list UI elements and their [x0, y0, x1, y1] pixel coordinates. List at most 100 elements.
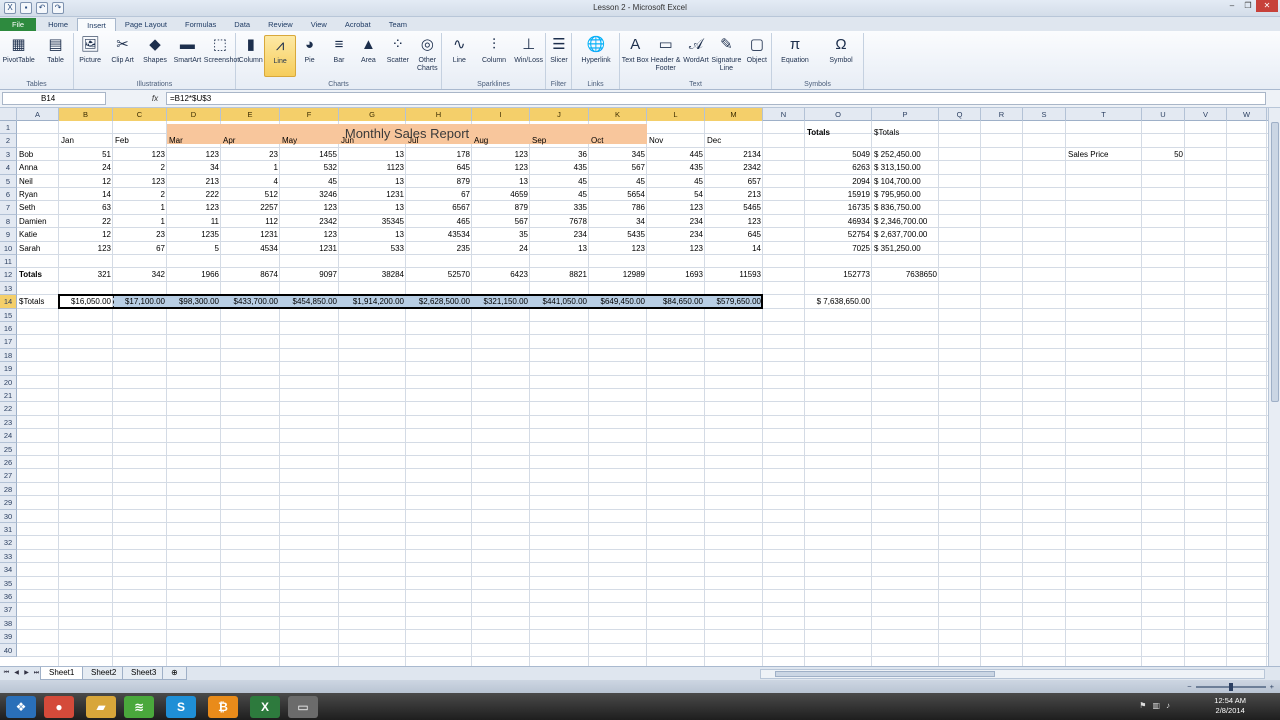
sales-value[interactable]: 234: [530, 228, 589, 241]
sales-value[interactable]: 123: [113, 175, 167, 188]
row-header-30[interactable]: 30: [0, 509, 17, 523]
restore-button[interactable]: ❐: [1240, 0, 1256, 12]
salesperson-name[interactable]: Anna: [17, 161, 59, 174]
row-header-39[interactable]: 39: [0, 630, 17, 644]
sales-value[interactable]: 435: [647, 161, 705, 174]
sales-value[interactable]: 67: [406, 188, 472, 201]
sales-value[interactable]: 533: [339, 242, 406, 255]
sales-value[interactable]: 45: [530, 188, 589, 201]
sales-value[interactable]: 234: [647, 215, 705, 228]
function-icon[interactable]: fx: [148, 92, 162, 105]
row-total[interactable]: 15919: [805, 188, 872, 201]
sales-value[interactable]: 35345: [339, 215, 406, 228]
sales-value[interactable]: 45: [589, 175, 647, 188]
dollar-totals-header[interactable]: $Totals: [872, 126, 939, 139]
sales-value[interactable]: 2: [113, 188, 167, 201]
sheet-tab-sheet3[interactable]: Sheet3: [122, 667, 166, 680]
sales-value[interactable]: 123: [647, 201, 705, 214]
symbol-button[interactable]: Ω Symbol: [825, 35, 857, 65]
row-header-18[interactable]: 18: [0, 348, 17, 363]
tray-volume-icon[interactable]: ♪: [1166, 701, 1170, 710]
month-total[interactable]: 38284: [339, 268, 406, 281]
column-header-r[interactable]: R: [981, 108, 1023, 121]
salesperson-name[interactable]: Neil: [17, 175, 59, 188]
sales-value[interactable]: 213: [167, 175, 221, 188]
vertical-scroll-thumb[interactable]: [1271, 122, 1279, 402]
tab-team[interactable]: Team: [380, 18, 416, 31]
tab-insert[interactable]: Insert: [77, 18, 116, 31]
sales-price-label[interactable]: Sales Price: [1066, 148, 1142, 161]
tray-flag-icon[interactable]: ⚑: [1139, 701, 1146, 710]
row-header-20[interactable]: 20: [0, 375, 17, 389]
select-all-corner[interactable]: [0, 108, 17, 121]
sales-value[interactable]: 123: [59, 242, 113, 255]
column-header-d[interactable]: D: [167, 108, 221, 121]
month-header[interactable]: Nov: [647, 134, 705, 147]
clip-art-button[interactable]: ✂ Clip Art: [107, 35, 139, 65]
sales-value[interactable]: 13: [339, 201, 406, 214]
next-sheet-icon[interactable]: ▶: [22, 668, 31, 679]
sales-value[interactable]: 5435: [589, 228, 647, 241]
sales-value[interactable]: 14: [59, 188, 113, 201]
sales-value[interactable]: 11: [167, 215, 221, 228]
column-header-e[interactable]: E: [221, 108, 280, 121]
excel-icon[interactable]: X: [250, 696, 280, 718]
month-header[interactable]: Jun: [339, 134, 406, 147]
month-header[interactable]: Sep: [530, 134, 589, 147]
tab-file[interactable]: File: [0, 18, 37, 31]
row-header-2[interactable]: 2: [0, 134, 17, 148]
sales-value[interactable]: 2257: [221, 201, 280, 214]
spark-column-button[interactable]: ⫶ Column: [478, 35, 510, 65]
sales-value[interactable]: 22: [59, 215, 113, 228]
month-total[interactable]: 6423: [472, 268, 530, 281]
sales-value[interactable]: 54: [647, 188, 705, 201]
sales-value[interactable]: 123: [472, 161, 530, 174]
row-header-8[interactable]: 8: [0, 214, 17, 229]
month-header[interactable]: Oct: [589, 134, 647, 147]
sales-value[interactable]: 43534: [406, 228, 472, 241]
row-dollar-total[interactable]: $ 351,250.00: [872, 242, 939, 255]
row-header-9[interactable]: 9: [0, 228, 17, 242]
prev-sheet-icon[interactable]: ◀: [12, 668, 21, 679]
sales-value[interactable]: 24: [472, 242, 530, 255]
start-icon[interactable]: ❖: [6, 696, 36, 718]
row-dollar-total[interactable]: $ 252,450.00: [872, 148, 939, 161]
sales-value[interactable]: 879: [472, 201, 530, 214]
sales-value[interactable]: 35: [472, 228, 530, 241]
sales-value[interactable]: 13: [339, 228, 406, 241]
sales-value[interactable]: 645: [406, 161, 472, 174]
line-button[interactable]: ⩘ Line: [264, 35, 297, 77]
month-total[interactable]: 342: [113, 268, 167, 281]
signature-line-button[interactable]: ✎ Signature Line: [710, 35, 742, 73]
row-dollar-total[interactable]: $ 836,750.00: [872, 201, 939, 214]
row-header-29[interactable]: 29: [0, 496, 17, 510]
sales-value[interactable]: 657: [705, 175, 763, 188]
month-header[interactable]: Jul: [406, 134, 472, 147]
sales-value[interactable]: 123: [167, 201, 221, 214]
row-header-37[interactable]: 37: [0, 603, 17, 617]
salesperson-name[interactable]: Sarah: [17, 242, 59, 255]
row-header-4[interactable]: 4: [0, 161, 17, 175]
sales-value[interactable]: 435: [530, 161, 589, 174]
shapes-button[interactable]: ◆ Shapes: [139, 35, 171, 65]
column-header-t[interactable]: T: [1066, 108, 1142, 121]
row-header-11[interactable]: 11: [0, 255, 17, 269]
sales-value[interactable]: 645: [705, 228, 763, 241]
row-total[interactable]: 5049: [805, 148, 872, 161]
tab-acrobat[interactable]: Acrobat: [336, 18, 380, 31]
sales-value[interactable]: 1: [221, 161, 280, 174]
pivot-table-button[interactable]: ▦ PivotTable: [3, 35, 35, 65]
row-header-38[interactable]: 38: [0, 616, 17, 631]
sales-value[interactable]: 235: [406, 242, 472, 255]
tab-home[interactable]: Home: [39, 18, 77, 31]
sales-value[interactable]: 24: [59, 161, 113, 174]
column-header-h[interactable]: H: [406, 108, 472, 121]
sales-value[interactable]: 36: [530, 148, 589, 161]
horizontal-scroll-thumb[interactable]: [775, 671, 995, 677]
header-footer-button[interactable]: ▭ Header & Footer: [650, 35, 682, 73]
column-header-w[interactable]: W: [1227, 108, 1267, 121]
month-header[interactable]: Mar: [167, 134, 221, 147]
tab-data[interactable]: Data: [225, 18, 259, 31]
sales-value[interactable]: 13: [339, 175, 406, 188]
row-header-14[interactable]: 14: [0, 295, 17, 309]
